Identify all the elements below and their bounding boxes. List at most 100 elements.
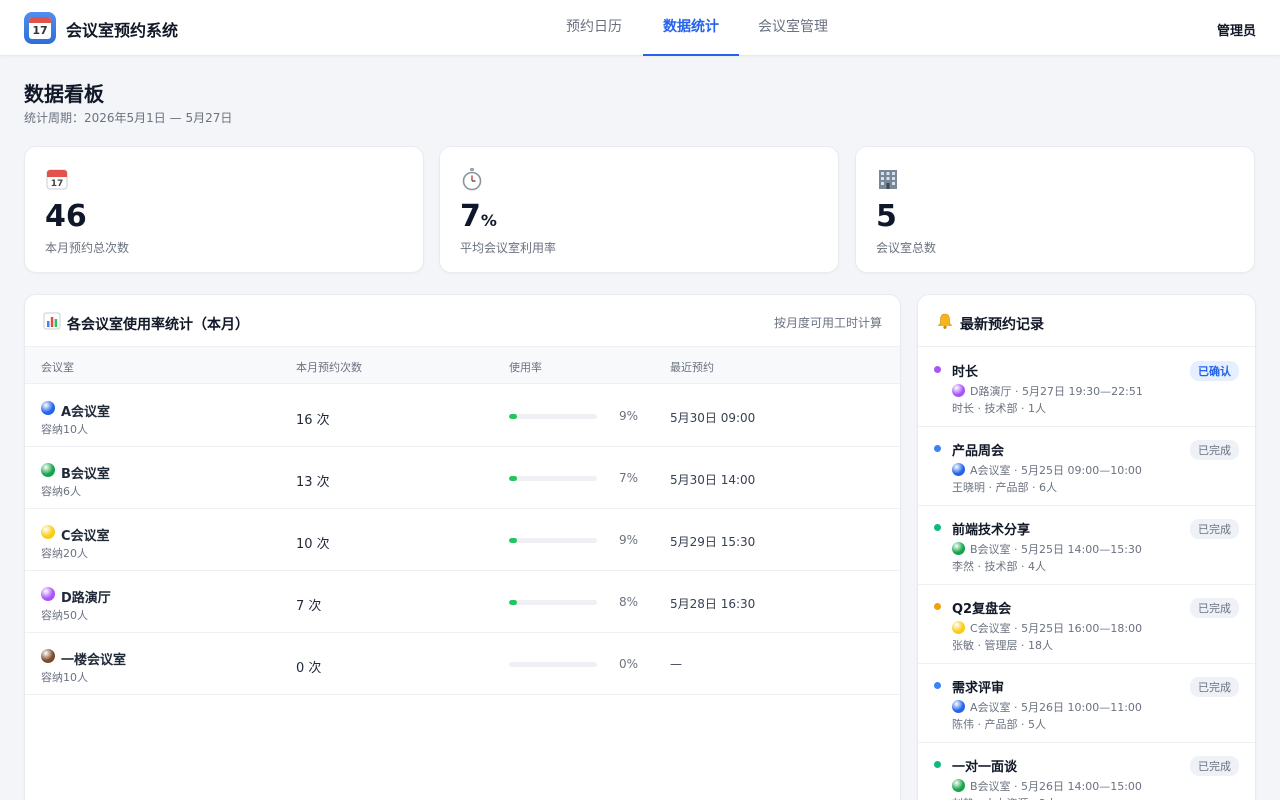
booking-title: 前端技术分享: [952, 523, 1031, 538]
room-capacity: 容纳10人: [41, 671, 88, 684]
utilization-bar: [509, 662, 597, 667]
status-badge: 已完成: [1190, 440, 1239, 460]
booking-count: 0 次: [296, 661, 322, 676]
room-name: C会议室: [61, 529, 110, 544]
utilization-bar: [509, 600, 597, 605]
list-item[interactable]: 一对一面谈 已完成 B会议室 · 5月26日 14:00—15:00 刘静 · 人力资…: [918, 743, 1255, 800]
booking-detail: A会议室 · 5月25日 09:00—10:00: [970, 464, 1142, 477]
panel-header: 最新预约记录: [918, 295, 1255, 347]
booking-organizer: 李然 · 技术部 · 4人: [952, 560, 1046, 573]
room-name: D路演厅: [61, 591, 111, 606]
last-booking-time: 5月29日 15:30: [670, 535, 756, 549]
stat-card-room-count: 5 会议室总数: [855, 146, 1255, 273]
utilization-bar: [509, 414, 597, 419]
period-subtitle: 统计周期：2026年5月1日 — 5月27日: [24, 111, 233, 125]
booking-organizer: 时长 · 技术部 · 1人: [952, 402, 1046, 415]
stopwatch-icon: [462, 168, 482, 191]
booking-detail: D路演厅 · 5月27日 19:30—22:51: [970, 385, 1143, 398]
calculation-note: 按月度可用工时计算: [773, 316, 882, 330]
panel-title: 最新预约记录: [960, 317, 1044, 333]
table-row[interactable]: C会议室 容纳20人 10 次 9% 5月29日 15:30: [25, 509, 900, 571]
room-capacity: 容纳20人: [41, 547, 88, 560]
booking-organizer: 张敏 · 管理层 · 18人: [952, 639, 1053, 652]
list-item[interactable]: 需求评审 已完成 A会议室 · 5月26日 10:00—11:00 陈伟 · 产品部 …: [918, 664, 1255, 743]
status-dot-icon: [934, 524, 941, 531]
stat-card-utilization: 7% 平均会议室利用率: [439, 146, 839, 273]
room-name: B会议室: [61, 467, 110, 482]
table-row[interactable]: D路演厅 容纳50人 7 次 8% 5月28日 16:30: [25, 571, 900, 633]
calendar-icon: 17: [46, 169, 68, 190]
last-booking-time: —: [670, 657, 682, 671]
stat-value: 5: [876, 199, 897, 234]
stat-label: 会议室总数: [876, 241, 937, 255]
booking-organizer: 王晓明 · 产品部 · 6人: [952, 481, 1057, 494]
stat-label: 平均会议室利用率: [460, 241, 557, 255]
bell-icon: [937, 313, 953, 329]
utilization-rate: 9%: [619, 409, 639, 423]
utilization-bar: [509, 476, 597, 481]
stat-card-total-bookings: 17 46 本月预约总次数: [24, 146, 424, 273]
building-icon: [879, 170, 897, 189]
room-capacity: 容纳10人: [41, 423, 88, 436]
nav-tab-calendar[interactable]: 预约日历: [554, 0, 634, 56]
stat-value: 46: [45, 199, 87, 234]
utilization-rate: 9%: [619, 533, 639, 547]
column-header-room: 会议室: [41, 361, 74, 374]
room-capacity: 容纳6人: [41, 485, 81, 498]
status-badge: 已完成: [1190, 756, 1239, 776]
status-badge: 已完成: [1190, 519, 1239, 539]
recent-bookings-panel: 最新预约记录 时长 已确认 D路演厅 · 5月27日 19:30—22:51 时长 ·…: [917, 294, 1256, 800]
panel-title: 各会议室使用率统计（本月）: [67, 317, 249, 333]
table-row[interactable]: B会议室 容纳6人 13 次 7% 5月30日 14:00: [25, 447, 900, 509]
booking-organizer: 陈伟 · 产品部 · 5人: [952, 718, 1046, 731]
booking-title: 一对一面谈: [952, 760, 1018, 775]
status-dot-icon: [934, 366, 941, 373]
status-badge: 已完成: [1190, 598, 1239, 618]
room-color-dot-icon: [41, 401, 55, 415]
room-name: 一楼会议室: [61, 653, 127, 668]
utilization-bar-fill: [509, 600, 517, 605]
booking-title: 产品周会: [952, 444, 1005, 459]
list-item[interactable]: 时长 已确认 D路演厅 · 5月27日 19:30—22:51 时长 · 技术部 · …: [918, 348, 1255, 427]
room-color-dot-icon: [952, 384, 965, 397]
room-usage-panel: 各会议室使用率统计（本月） 按月度可用工时计算 会议室 本月预约次数 使用率 最…: [24, 294, 901, 800]
list-item[interactable]: 前端技术分享 已完成 B会议室 · 5月25日 14:00—15:30 李然 · 技术…: [918, 506, 1255, 585]
list-item[interactable]: Q2复盘会 已完成 C会议室 · 5月25日 16:00—18:00 张敏 · 管理层…: [918, 585, 1255, 664]
status-dot-icon: [934, 603, 941, 610]
booking-detail: B会议室 · 5月26日 14:00—15:00: [970, 780, 1142, 793]
column-header-last: 最近预约: [670, 361, 714, 374]
booking-title: 时长: [952, 365, 979, 380]
utilization-rate: 0%: [619, 657, 639, 671]
utilization-bar-fill: [509, 538, 517, 543]
nav-tab-statistics[interactable]: 数据统计: [643, 0, 739, 56]
room-color-dot-icon: [41, 587, 55, 601]
table-header: 会议室 本月预约次数 使用率 最近预约: [25, 347, 900, 384]
room-capacity: 容纳50人: [41, 609, 88, 622]
last-booking-time: 5月28日 16:30: [670, 597, 756, 611]
last-booking-time: 5月30日 14:00: [670, 473, 756, 487]
list-item[interactable]: 产品周会 已完成 A会议室 · 5月25日 09:00—10:00 王晓明 · 产品部…: [918, 427, 1255, 506]
booking-count: 7 次: [296, 599, 322, 614]
user-menu[interactable]: 管理员: [1217, 20, 1256, 39]
table-row[interactable]: 一楼会议室容纳10人 0 次 0% —: [25, 633, 900, 695]
booking-title: 需求评审: [952, 681, 1005, 696]
column-header-rate: 使用率: [509, 361, 542, 374]
booking-detail: C会议室 · 5月25日 16:00—18:00: [970, 622, 1143, 635]
stat-value: 7%: [460, 199, 497, 234]
main-nav: 预约日历 数据统计 会议室管理: [0, 0, 1280, 56]
room-color-dot-icon: [952, 542, 965, 555]
utilization-bar: [509, 538, 597, 543]
last-booking-time: 5月30日 09:00: [670, 411, 756, 425]
table-row[interactable]: A会议室 容纳10人 16 次 9% 5月30日 09:00: [25, 385, 900, 447]
status-badge: 已完成: [1190, 677, 1239, 697]
svg-text:17: 17: [51, 179, 64, 189]
nav-tab-room-management[interactable]: 会议室管理: [748, 0, 838, 56]
room-color-dot-icon: [41, 649, 55, 663]
room-color-dot-icon: [952, 463, 965, 476]
booking-detail: A会议室 · 5月26日 10:00—11:00: [970, 701, 1142, 714]
booking-detail: B会议室 · 5月25日 14:00—15:30: [970, 543, 1142, 556]
booking-count: 13 次: [296, 475, 330, 490]
panel-header: 各会议室使用率统计（本月） 按月度可用工时计算: [25, 295, 900, 347]
stat-label: 本月预约总次数: [45, 241, 130, 255]
status-badge: 已确认: [1190, 361, 1239, 381]
